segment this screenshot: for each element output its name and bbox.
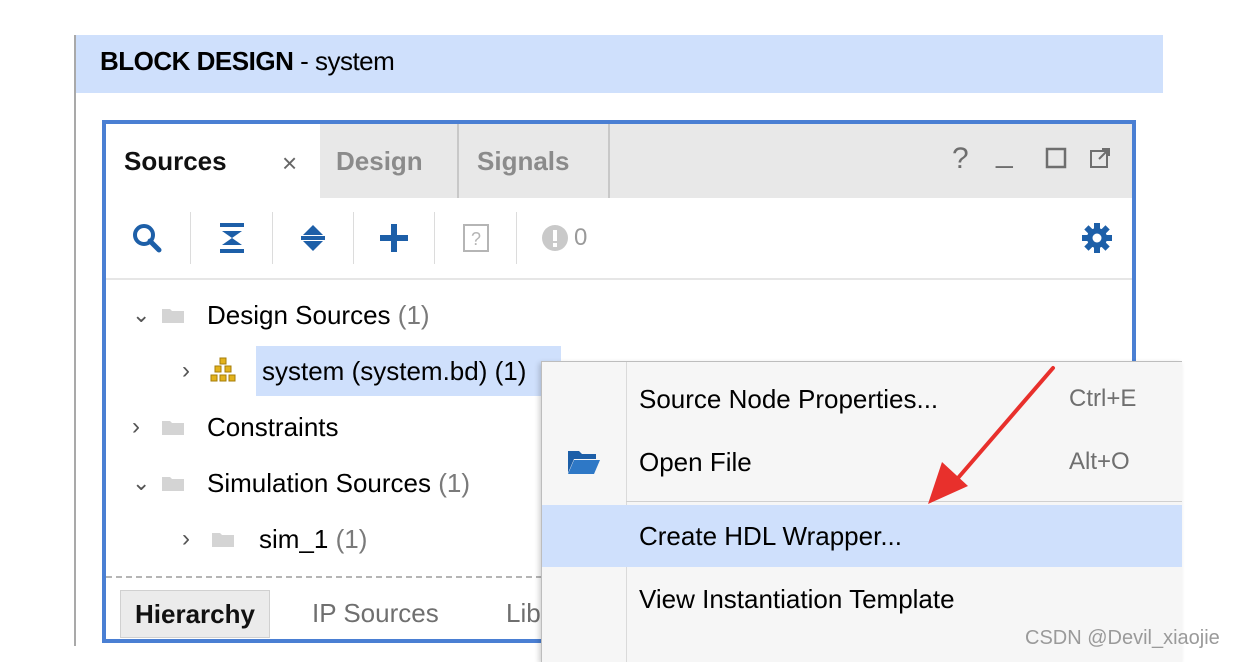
watermark: CSDN @Devil_xiaojie xyxy=(1025,627,1220,649)
annotation-arrow xyxy=(928,366,1055,504)
